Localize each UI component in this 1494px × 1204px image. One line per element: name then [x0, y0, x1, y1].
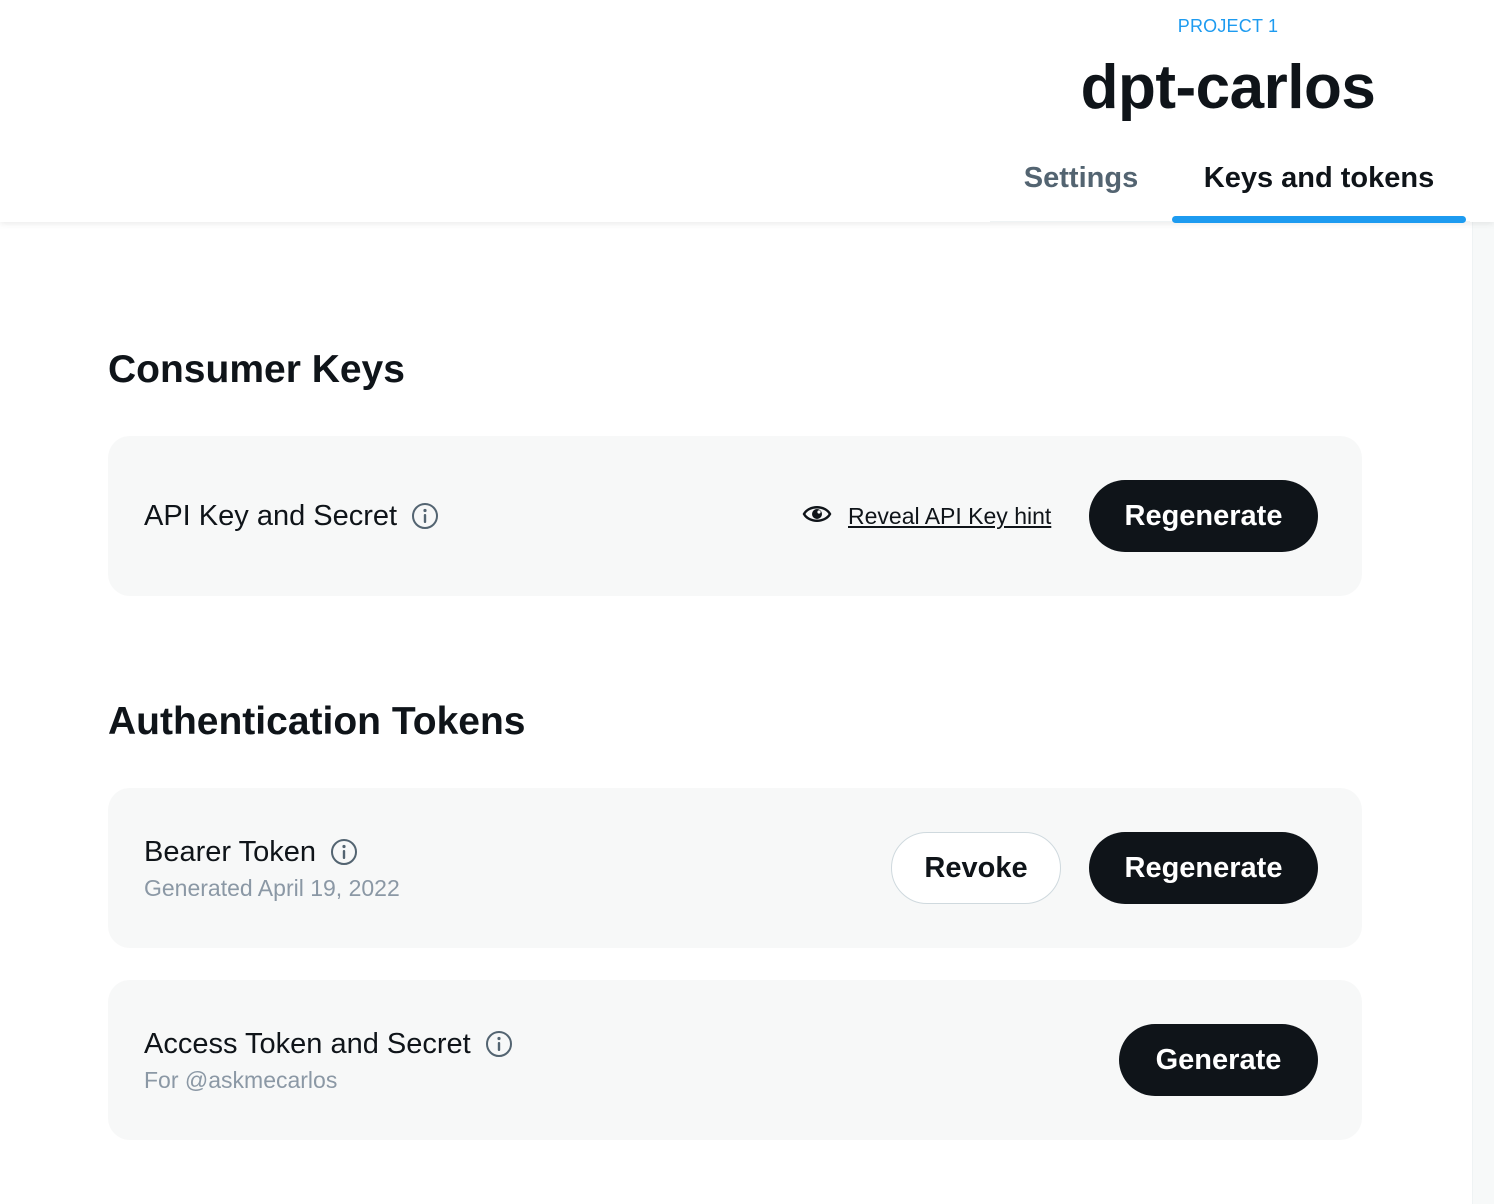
- bearer-token-label: Bearer Token: [144, 836, 316, 868]
- access-token-label: Access Token and Secret: [144, 1028, 471, 1060]
- reveal-api-key-hint-text[interactable]: Reveal API Key hint: [848, 502, 1051, 530]
- regenerate-bearer-token-button[interactable]: Regenerate: [1089, 832, 1318, 904]
- section-title-consumer-keys: Consumer Keys: [108, 348, 405, 391]
- tab-settings[interactable]: Settings: [1000, 156, 1162, 200]
- section-title-authentication-tokens: Authentication Tokens: [108, 700, 526, 743]
- page-header: PROJECT 1 dpt-carlos Settings Keys and t…: [0, 0, 1494, 223]
- info-icon[interactable]: [411, 502, 439, 530]
- info-icon[interactable]: [330, 838, 358, 866]
- project-label: PROJECT 1: [1177, 16, 1279, 36]
- active-tab-indicator: [1172, 216, 1466, 223]
- reveal-api-key-hint-link[interactable]: Reveal API Key hint: [802, 502, 1051, 530]
- app-title: dpt-carlos: [1080, 53, 1376, 122]
- access-token-label-row: Access Token and Secret: [144, 1026, 513, 1062]
- bearer-token-card: Bearer Token Generated April 19, 2022 Re…: [108, 788, 1362, 948]
- bearer-token-label-row: Bearer Token: [144, 834, 358, 870]
- access-token-owner: For @askmecarlos: [144, 1067, 338, 1093]
- api-key-card: API Key and Secret Reveal API Key hint R…: [108, 436, 1362, 596]
- revoke-bearer-token-button[interactable]: Revoke: [891, 832, 1061, 904]
- generate-access-token-button[interactable]: Generate: [1119, 1024, 1318, 1096]
- api-key-label-row: API Key and Secret: [144, 498, 439, 534]
- access-token-card: Access Token and Secret For @askmecarlos…: [108, 980, 1362, 1140]
- info-icon[interactable]: [485, 1030, 513, 1058]
- bearer-token-generated-date: Generated April 19, 2022: [144, 875, 400, 901]
- regenerate-api-key-button[interactable]: Regenerate: [1089, 480, 1318, 552]
- tab-keys-and-tokens[interactable]: Keys and tokens: [1172, 156, 1466, 200]
- eye-icon: [802, 503, 832, 530]
- scrollbar-track[interactable]: [1472, 222, 1494, 1204]
- api-key-label: API Key and Secret: [144, 500, 398, 532]
